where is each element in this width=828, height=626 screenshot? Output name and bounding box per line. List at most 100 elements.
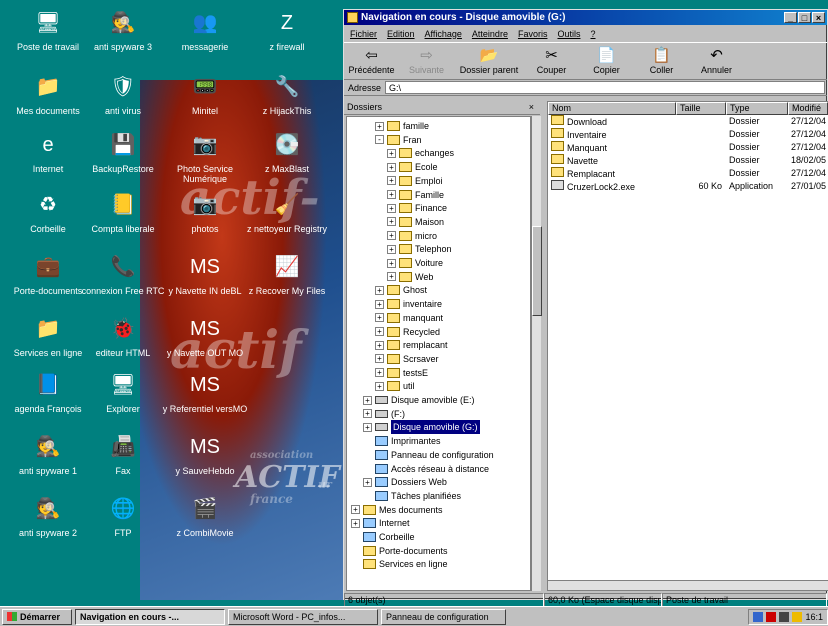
tree-item[interactable]: Imprimantes [363,434,441,448]
antivirus-tray-icon[interactable] [766,611,777,622]
desktop-icon[interactable]: 📈 z Recover My Files [244,252,330,296]
desktop-icon[interactable]: 🖥 Explorer [80,370,166,414]
menu-favoris[interactable]: Favoris [518,29,548,39]
expand-toggle-icon[interactable]: + [375,368,384,378]
desktop-icon[interactable]: 🖥 Poste de travail [5,8,91,52]
title-bar[interactable]: Navigation en cours - Disque amovible (G… [344,10,827,25]
tree-scrollbar[interactable] [531,116,542,591]
tree-item[interactable]: Tâches planifiées [363,489,461,503]
expand-toggle-icon[interactable]: + [375,313,384,323]
menu-edition[interactable]: Edition [387,29,415,39]
dossier-parent-button[interactable]: 📂 Dossier parent [454,47,524,75]
address-input[interactable]: G:\ [385,81,825,94]
task-button[interactable]: Microsoft Word - PC_infos... [228,608,378,625]
tree-item[interactable]: + Finance [387,201,447,215]
expand-toggle-icon[interactable]: + [387,148,396,158]
desktop-icon[interactable]: 📁 Mes documents [5,72,91,116]
tree-item[interactable]: Panneau de configuration [363,448,494,462]
tree-item[interactable]: + Dossiers Web [363,475,447,489]
expand-toggle-icon[interactable]: + [375,285,384,295]
col-name[interactable]: Nom [548,102,676,115]
expand-toggle-icon[interactable]: + [363,395,372,405]
tree-item[interactable]: + testsE [375,366,428,380]
tree-item[interactable]: Porte-documents [351,544,448,558]
file-row[interactable]: Navette Dossier 18/02/05 [548,154,828,167]
task-button[interactable]: Panneau de configuration [381,608,506,625]
firewall-tray-icon[interactable] [792,611,803,622]
tree-item[interactable]: + Maison [387,215,444,229]
tree-item[interactable]: Corbeille [351,530,415,544]
tree-item[interactable]: + Scrsaver [375,352,439,366]
tree-item[interactable]: + Disque amovible (G:) [363,420,480,435]
tree-item[interactable]: + micro [387,229,437,243]
tree-item[interactable]: + (F:) [363,407,405,421]
col-modified[interactable]: Modifié [788,102,828,115]
expand-toggle-icon[interactable]: + [375,121,384,131]
desktop-icon[interactable]: ♻ Corbeille [5,190,91,234]
expand-toggle-icon[interactable]: + [375,381,384,391]
expand-toggle-icon[interactable]: + [351,505,360,515]
desktop-icon[interactable]: e Internet [5,130,91,174]
device-tray-icon[interactable] [779,611,790,622]
desktop-icon[interactable]: 📒 Compta liberale [80,190,166,234]
clock[interactable]: 16:1 [805,612,823,622]
tree-item[interactable]: + manquant [375,311,443,325]
expand-toggle-icon[interactable]: + [375,354,384,364]
expand-toggle-icon[interactable]: + [375,327,384,336]
expand-toggle-icon[interactable]: + [387,244,396,254]
desktop-icon[interactable]: 📞 connexion Free RTC [80,252,166,296]
desktop-icon[interactable]: 🧹 z nettoyeur Registry [244,190,330,234]
expand-toggle-icon[interactable]: + [375,340,384,350]
desktop-icon[interactable]: 🛡 anti virus [80,72,166,116]
desktop-icon[interactable]: 📷 photos [162,190,248,234]
desktop-icon[interactable]: 📠 Fax [80,432,166,476]
expand-toggle-icon[interactable]: + [387,162,396,172]
précédente-button[interactable]: ⇦ Précédente [344,47,399,75]
file-row[interactable]: Manquant Dossier 27/12/04 [548,141,828,154]
desktop-icon[interactable]: 🕵 anti spyware 1 [5,432,91,476]
scroll-thumb[interactable] [532,226,542,316]
tree-item[interactable]: + util [375,379,415,393]
menu-outils[interactable]: Outils [557,29,580,39]
tree-item[interactable]: + Ecole [387,160,438,174]
expand-toggle-icon[interactable]: - [375,135,384,145]
desktop-icon[interactable]: Zz firewall [244,8,330,52]
desktop-icon[interactable]: MS y Navette OUT MO [162,314,248,358]
tree-item[interactable]: - Fran [375,133,422,147]
list-hscrollbar[interactable] [548,580,828,590]
couper-button[interactable]: ✂ Couper [524,47,579,75]
file-row[interactable]: Remplacant Dossier 27/12/04 [548,167,828,180]
tree-item[interactable]: + Disque amovible (E:) [363,393,475,407]
desktop-icon[interactable]: 🐞 editeur HTML [80,314,166,358]
expand-toggle-icon[interactable]: + [363,477,372,487]
menu-atteindre[interactable]: Atteindre [472,29,508,39]
desktop-icon[interactable]: 💾 BackupRestore [80,130,166,174]
tree-item[interactable]: + Emploi [387,174,443,188]
tree-item[interactable]: + echanges [387,146,454,160]
desktop-icon[interactable]: 🌐 FTP [80,494,166,538]
tree-item[interactable]: + Telephon [387,242,452,256]
tree-item[interactable]: + Web [387,270,433,284]
tree-item[interactable]: + Internet [351,516,410,530]
desktop-icon[interactable]: 🔧 z HijackThis [244,72,330,116]
file-row[interactable]: CruzerLock2.exe 60 Ko Application 27/01/05 [548,180,828,193]
desktop-icon[interactable]: MS y Referentiel versMO [162,370,248,414]
tree-item[interactable]: + Voiture [387,256,443,270]
desktop-icon[interactable]: 📁 Services en ligne [5,314,91,358]
tree-item[interactable]: + remplacant [375,338,448,352]
tree-item[interactable]: + Ghost [375,283,427,297]
maximize-button[interactable]: □ [798,12,811,23]
network-icon[interactable] [753,611,764,622]
desktop-icon[interactable]: MS y SauveHebdo [162,432,248,476]
desktop-icon[interactable]: 📟 Minitel [162,72,248,116]
close-button[interactable]: × [812,12,825,23]
tree-item[interactable]: Accès réseau à distance [363,462,489,476]
task-button[interactable]: Navigation en cours -... [75,608,225,625]
suivante-button[interactable]: ⇨ Suivante [399,47,454,75]
expand-toggle-icon[interactable]: + [387,258,396,268]
expand-toggle-icon[interactable]: + [351,518,360,528]
desktop-icon[interactable]: 📷 Photo Service Numérique [162,130,248,184]
col-type[interactable]: Type [726,102,788,115]
menu-fichier[interactable]: Fichier [350,29,377,39]
tree-item[interactable]: + Mes documents [351,503,443,517]
